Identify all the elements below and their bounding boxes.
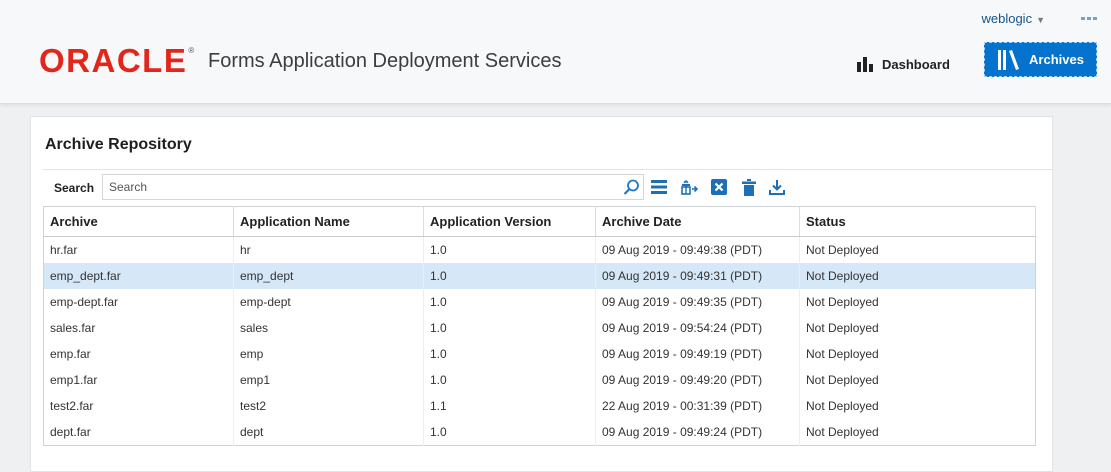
table-row-selected[interactable]: emp_dept.far emp_dept 1.0 09 Aug 2019 - … [43,263,1036,289]
cell-status: Not Deployed [806,425,879,439]
cell-application-name: dept [233,419,424,446]
logo-registered-mark: ® [188,46,195,55]
app-title: Forms Application Deployment Services [208,50,562,72]
download-icon[interactable] [766,176,788,198]
panel-title: Archive Repository [45,136,192,153]
cell-application-name: emp [233,341,424,367]
archives-nav-button[interactable]: Archives [984,42,1097,77]
column-header-application-version[interactable]: Application Version [423,206,596,237]
column-header-archive[interactable]: Archive [43,206,234,237]
cell-archive: emp.far [43,341,234,367]
divider [43,169,1052,170]
delete-icon[interactable] [738,176,760,198]
archives-label: Archives [1029,52,1084,67]
books-icon [998,49,1020,70]
table-row[interactable]: dept.far dept 1.0 09 Aug 2019 - 09:49:24… [43,419,1036,446]
table-row[interactable]: hr.far hr 1.0 09 Aug 2019 - 09:49:38 (PD… [43,236,1036,263]
deploy-icon[interactable] [678,176,700,198]
cell-application-name: emp_dept [233,263,424,289]
cell-archive-date: 09 Aug 2019 - 09:54:24 (PDT) [595,315,800,341]
cell-archive-date: 09 Aug 2019 - 09:49:38 (PDT) [595,236,800,263]
cell-archive-date: 09 Aug 2019 - 09:49:24 (PDT) [595,419,800,446]
cell-application-name: emp1 [233,367,424,393]
archives-table: Archive Application Name Application Ver… [43,206,1036,446]
table-row[interactable]: emp-dept.far emp-dept 1.0 09 Aug 2019 - … [43,289,1036,315]
cell-archive-date: 22 Aug 2019 - 00:31:39 (PDT) [595,393,800,419]
cell-archive: emp-dept.far [43,289,234,315]
user-menu[interactable]: weblogic ▼ [981,11,1045,26]
cell-status: Not Deployed [806,295,879,309]
user-name: weblogic [981,11,1033,26]
caret-down-icon: ▼ [1036,15,1045,25]
cell-application-version: 1.0 [423,263,596,289]
cell-archive-date: 09 Aug 2019 - 09:49:19 (PDT) [595,341,800,367]
more-menu-icon[interactable] [1079,10,1099,26]
dashboard-nav-button[interactable]: Dashboard [857,50,950,78]
column-header-archive-date[interactable]: Archive Date [595,206,800,237]
table-header-row: Archive Application Name Application Ver… [43,206,1036,237]
cell-application-name: test2 [233,393,424,419]
cell-archive-date: 09 Aug 2019 - 09:49:20 (PDT) [595,367,800,393]
list-icon[interactable] [648,176,670,198]
app-header: weblogic ▼ ORACLE ® Forms Application Dep… [0,0,1111,104]
cell-application-version: 1.0 [423,367,596,393]
oracle-logo: ORACLE ® [39,42,195,79]
bar-chart-icon [857,56,873,72]
table-row[interactable]: sales.far sales 1.0 09 Aug 2019 - 09:54:… [43,315,1036,341]
cell-status: Not Deployed [806,399,879,413]
cell-status: Not Deployed [806,321,879,335]
cell-application-version: 1.1 [423,393,596,419]
cell-archive-date: 09 Aug 2019 - 09:49:35 (PDT) [595,289,800,315]
cell-application-version: 1.0 [423,419,596,446]
cell-application-name: sales [233,315,424,341]
cell-application-name: hr [233,236,424,263]
table-row[interactable]: emp.far emp 1.0 09 Aug 2019 - 09:49:19 (… [43,341,1036,367]
cell-archive: emp_dept.far [43,263,234,289]
column-header-status[interactable]: Status [799,206,1036,237]
logo-wordmark: ORACLE [39,42,188,79]
cell-application-version: 1.0 [423,289,596,315]
cell-status: Not Deployed [806,373,879,387]
cell-archive: test2.far [43,393,234,419]
column-header-application-name[interactable]: Application Name [233,206,424,237]
cell-archive: dept.far [43,419,234,446]
cell-archive: sales.far [43,315,234,341]
cell-application-name: emp-dept [233,289,424,315]
cell-status: Not Deployed [806,347,879,361]
cell-status: Not Deployed [806,243,879,257]
cell-application-version: 1.0 [423,341,596,367]
archive-repository-panel: Archive Repository Search Archive Applic… [30,116,1053,472]
cell-archive: emp1.far [43,367,234,393]
cell-archive-date: 09 Aug 2019 - 09:49:31 (PDT) [595,263,800,289]
cell-application-version: 1.0 [423,315,596,341]
cell-status: Not Deployed [799,263,1036,289]
search-input[interactable] [102,174,644,200]
search-label: Search [54,181,95,195]
dashboard-label: Dashboard [882,56,950,72]
cell-application-version: 1.0 [423,236,596,263]
table-row[interactable]: test2.far test2 1.1 22 Aug 2019 - 00:31:… [43,393,1036,419]
cell-archive: hr.far [43,236,234,263]
table-row[interactable]: emp1.far emp1 1.0 09 Aug 2019 - 09:49:20… [43,367,1036,393]
search-icon[interactable] [620,176,642,198]
undeploy-icon[interactable] [708,176,730,198]
